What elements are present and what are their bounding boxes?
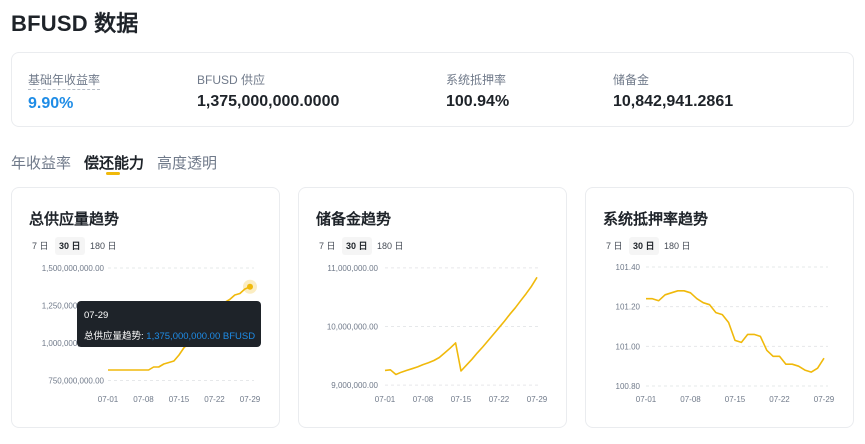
x-tick-label: 07-15 [725, 395, 746, 404]
y-tick-label: 101.40 [616, 263, 641, 272]
y-tick-label: 101.20 [616, 303, 641, 312]
x-tick-label: 07-29 [814, 395, 835, 404]
series-line [646, 289, 825, 373]
collateral-line-chart[interactable]: 100.80 101.00 101.20 101.40 07-01 07-08 07-15 0… [0, 0, 865, 444]
chart-tooltip: 07-29 总供应量趋势: 1,375,000,000.00 BFUSD [77, 301, 261, 347]
x-tick-label: 07-22 [769, 395, 790, 404]
x-tick-label: 07-01 [636, 395, 657, 404]
tooltip-row: 总供应量趋势: 1,375,000,000.00 BFUSD [84, 331, 255, 342]
tooltip-date: 07-29 [84, 310, 109, 321]
tooltip-label: 总供应量趋势: [84, 331, 144, 342]
y-tick-label: 100.80 [616, 382, 641, 391]
tooltip-value: 1,375,000,000.00 BFUSD [146, 331, 256, 342]
y-tick-label: 101.00 [616, 342, 641, 351]
x-tick-label: 07-08 [680, 395, 701, 404]
